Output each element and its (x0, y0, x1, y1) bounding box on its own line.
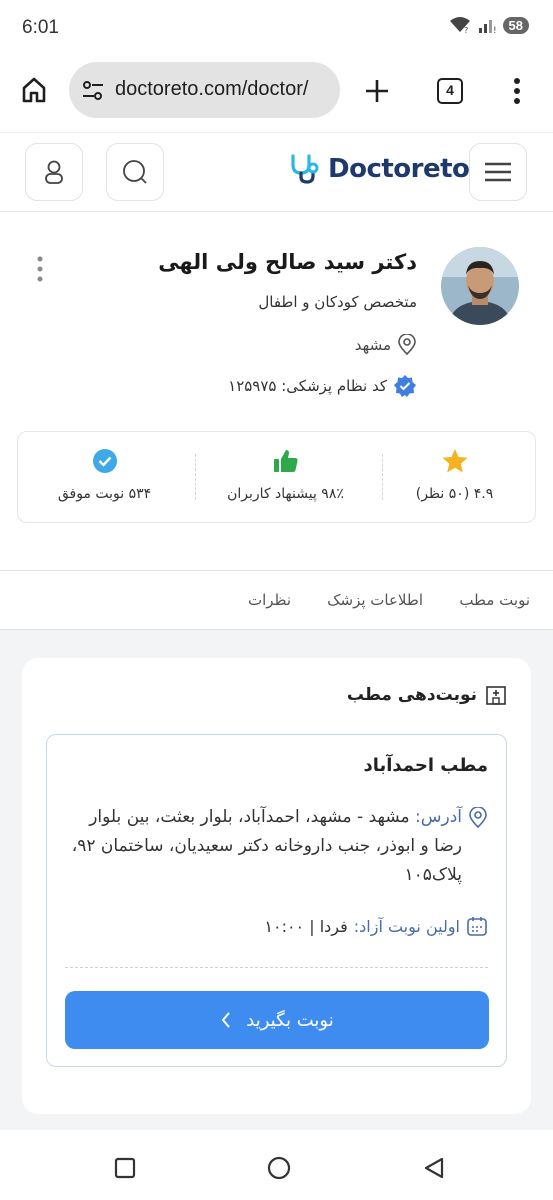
url-text: doctoreto.com/doctor/ (115, 78, 309, 100)
browser-menu-icon[interactable] (512, 76, 522, 106)
user-account-button[interactable] (25, 143, 83, 201)
logo-text: Doctoreto (328, 154, 470, 184)
booking-title-text: نوبت‌دهی مطب (346, 685, 477, 705)
stat-divider (195, 454, 196, 500)
doctor-specialty: متخصص کودکان و اطفال (258, 293, 417, 311)
star-icon (442, 449, 467, 473)
user-icon (45, 160, 63, 184)
more-options-icon[interactable] (32, 255, 48, 285)
address-label: آدرس: (415, 807, 462, 827)
browser-toolbar: doctoreto.com/doctor/ 4 (0, 56, 553, 132)
menu-icon (485, 162, 511, 182)
rating-value: ۴.۹ (۵۰ نظر) (415, 486, 494, 502)
appointments-count: ۵۳۴ نوبت موفق (57, 486, 152, 502)
status-bar: 6:01 ? ! 58 (0, 0, 553, 56)
location-pin-icon (398, 334, 416, 356)
doctor-avatar (441, 247, 519, 325)
profile-tabs: نوبت مطب اطلاعات پزشک نظرات (0, 570, 553, 630)
doctor-location: مشهد (355, 334, 417, 356)
home-nav-icon[interactable] (267, 1156, 291, 1180)
doctor-profile: دکتر سید صالح ولی الهی متخصص کودکان و اط… (0, 213, 553, 570)
verified-badge-icon (394, 375, 416, 397)
doctor-name: دکتر سید صالح ولی الهی (158, 250, 417, 274)
new-tab-icon[interactable] (364, 78, 390, 104)
main-content: نوبت‌دهی مطب مطب احمدآباد آدرس: مشهد - م… (0, 630, 553, 1130)
recents-icon[interactable] (114, 1157, 136, 1179)
check-circle-icon (92, 449, 117, 473)
back-icon[interactable] (423, 1156, 445, 1180)
doctor-stats: ۵۳۴ نوبت موفق ۹۸٪ پیشنهاد کاربران ۴.۹ (۵… (17, 431, 536, 523)
office-card: مطب احمدآباد آدرس: مشهد - مشهد، احمدآباد… (46, 734, 507, 1067)
search-icon (123, 160, 147, 184)
clinic-building-icon (486, 686, 506, 705)
address-text: مشهد - مشهد، احمدآباد، بلوار بعثت، بین ب… (71, 807, 462, 885)
tab-doctor-info[interactable]: اطلاعات پزشک (327, 591, 423, 609)
book-appointment-button[interactable]: نوبت بگیرید (65, 991, 489, 1049)
stat-recommend: ۹۸٪ پیشنهاد کاربران (199, 432, 372, 524)
tab-reviews[interactable]: نظرات (248, 591, 291, 609)
divider (65, 967, 488, 968)
status-icons: ? ! 58 (449, 16, 529, 34)
recommend-percent: ۹۸٪ پیشنهاد کاربران (227, 486, 344, 502)
hamburger-menu-button[interactable] (469, 143, 527, 201)
tab-office-appointment[interactable]: نوبت مطب (459, 591, 530, 609)
wifi-icon: ? (449, 17, 470, 34)
stethoscope-logo-icon (291, 154, 319, 184)
home-icon[interactable] (20, 76, 48, 104)
thumbs-up-icon (273, 450, 298, 472)
first-available-row: اولین نوبت آزاد: فردا | ۱۰:۰۰ (264, 915, 488, 937)
booking-section-title: نوبت‌دهی مطب (347, 684, 507, 706)
office-address: آدرس: مشهد - مشهد، احمدآباد، بلوار بعثت،… (68, 803, 488, 890)
status-time: 6:01 (22, 17, 59, 38)
system-nav-bar (0, 1130, 553, 1200)
address-bar[interactable]: doctoreto.com/doctor/ (69, 62, 340, 118)
first-available-label: اولین نوبت آزاد: (353, 916, 460, 936)
stat-appointments: ۵۳۴ نوبت موفق (18, 432, 191, 524)
stat-rating: ۴.۹ (۵۰ نظر) (368, 432, 541, 524)
location-pin-icon (469, 807, 487, 829)
calendar-icon (467, 917, 487, 936)
doctor-city: مشهد (354, 336, 391, 354)
signal-icon: ! (478, 20, 497, 34)
battery-indicator: 58 (502, 16, 529, 34)
medical-code-row: کد نظام پزشکی: ۱۲۵۹۷۵ (228, 374, 417, 398)
svg-text:?: ? (464, 26, 468, 34)
book-button-label: نوبت بگیرید (246, 1009, 334, 1031)
tab-switcher-button[interactable]: 4 (437, 78, 463, 104)
medical-code: کد نظام پزشکی: ۱۲۵۹۷۵ (228, 377, 387, 395)
site-settings-icon[interactable] (81, 80, 105, 102)
search-button[interactable] (106, 143, 164, 201)
first-available-value: فردا | ۱۰:۰۰ (264, 916, 348, 936)
office-name: مطب احمدآباد (363, 755, 488, 776)
site-logo[interactable]: Doctoreto (288, 153, 470, 185)
chevron-left-icon (221, 1012, 231, 1028)
booking-card: نوبت‌دهی مطب مطب احمدآباد آدرس: مشهد - م… (22, 658, 531, 1114)
svg-text:!: ! (493, 26, 497, 34)
site-header: Doctoreto (0, 132, 553, 212)
